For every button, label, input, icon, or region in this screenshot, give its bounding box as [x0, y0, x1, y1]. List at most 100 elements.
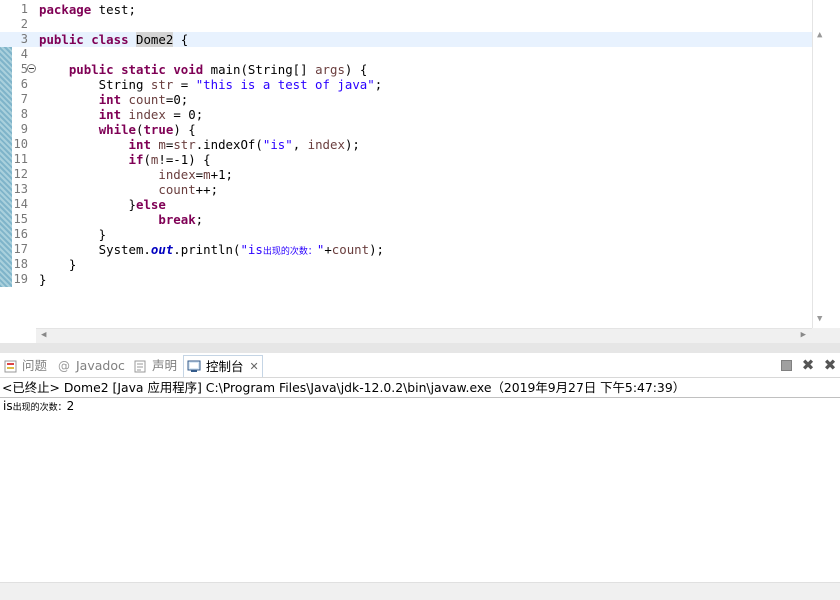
line-number: 16 — [13, 227, 28, 241]
code-line[interactable]: 14 }else — [0, 197, 812, 212]
code-line[interactable]: 1 package test; — [0, 2, 812, 17]
code-token: System. — [39, 242, 151, 257]
editor-horizontal-scrollbar[interactable]: ◀ ▶ — [36, 328, 812, 344]
code-token: m — [158, 137, 166, 152]
code-token: int — [128, 137, 151, 152]
editor-vertical-scrollbar[interactable]: ▲ ▼ — [812, 0, 829, 328]
code-line[interactable]: 18 } — [0, 257, 812, 272]
problems-icon — [3, 359, 17, 373]
code-token: out — [150, 242, 174, 257]
code-token: "this is a test of java" — [195, 77, 375, 92]
remove-launch-button[interactable]: ✖ — [800, 356, 816, 374]
code-text: package test; — [39, 2, 136, 17]
bottom-view-tabbar: 问题 @ Javadoc 声明 控制台 ✕ ✖ ✖ — [0, 353, 840, 378]
code-token: } — [39, 272, 47, 287]
code-line[interactable]: 16 } — [0, 227, 812, 242]
console-output[interactable]: is出现的次数：2 — [3, 399, 74, 413]
code-line[interactable]: 17 System.out.println("is出现的次数："+count); — [0, 242, 812, 257]
code-text: public class Dome2 { — [39, 32, 188, 47]
code-text: int index = 0; — [39, 107, 203, 122]
code-token: void — [173, 62, 204, 77]
code-line[interactable]: 6 String str = "this is a test of java"; — [0, 77, 812, 92]
code-line[interactable]: 19} — [0, 272, 812, 287]
remove-all-icon: ✖ — [823, 356, 837, 374]
code-token: class — [91, 32, 129, 47]
code-line[interactable]: 2 — [0, 17, 812, 32]
code-text: } — [39, 227, 106, 242]
line-number: 3 — [20, 32, 28, 46]
code-text: public static void main(String[] args) { — [39, 62, 367, 77]
remove-x-icon: ✖ — [801, 356, 815, 374]
code-token: m — [203, 167, 211, 182]
code-token: str — [150, 77, 174, 92]
tab-console[interactable]: 控制台 ✕ — [183, 355, 263, 377]
line-number: 6 — [20, 77, 28, 91]
code-text: } — [39, 257, 76, 272]
close-icon[interactable]: ✕ — [250, 357, 259, 377]
code-line[interactable]: 11 if(m!=-1) { — [0, 152, 812, 167]
code-token: ) { — [173, 122, 196, 137]
code-text: index=m+1; — [39, 167, 233, 182]
line-number: 11 — [13, 152, 28, 166]
code-token: ; — [374, 77, 383, 92]
fold-collapse-icon[interactable] — [27, 64, 36, 73]
code-token: = 0; — [165, 107, 204, 122]
console-horizontal-scrollbar[interactable] — [0, 582, 840, 600]
code-text: if(m!=-1) { — [39, 152, 211, 167]
view-separator[interactable] — [0, 343, 840, 353]
code-token: test; — [91, 2, 136, 17]
code-token: } — [39, 227, 107, 242]
code-editor[interactable]: 1 package test; 2 3 public class Dome2 { 4 5 p… — [0, 0, 840, 344]
scroll-up-arrow-icon[interactable]: ▲ — [817, 30, 822, 40]
tab-javadoc[interactable]: @ Javadoc — [57, 356, 125, 376]
code-line[interactable]: 13 count++; — [0, 182, 812, 197]
tab-problems[interactable]: 问题 — [3, 356, 47, 376]
code-line[interactable]: 3 public class Dome2 { — [0, 32, 812, 47]
scrollbar-corner — [812, 328, 840, 343]
code-token: ) { — [344, 62, 368, 77]
tab-javadoc-label: Javadoc — [76, 358, 125, 373]
code-token: 出现的次数： — [262, 247, 317, 257]
line-number: 4 — [20, 47, 28, 61]
scroll-right-arrow-icon[interactable]: ▶ — [801, 330, 806, 340]
code-text: count++; — [39, 182, 218, 197]
code-token: else — [135, 197, 166, 212]
code-token: args — [315, 62, 345, 77]
code-token: while — [98, 122, 136, 137]
line-number: 1 — [20, 2, 28, 16]
code-line[interactable]: 7 int count=0; — [0, 92, 812, 107]
code-token: count — [158, 182, 196, 197]
code-line[interactable]: 10 int m=str.indexOf("is", index); — [0, 137, 812, 152]
code-token: str — [173, 137, 196, 152]
code-lines[interactable]: 1 package test; 2 3 public class Dome2 { 4 5 p… — [0, 2, 812, 287]
console-process-label: <已终止> Dome2 [Java 应用程序] C:\Program Files… — [0, 378, 840, 398]
code-token: public — [68, 62, 114, 77]
code-line[interactable]: 4 — [0, 47, 812, 62]
code-token: ( — [143, 152, 151, 167]
code-line[interactable]: 8 int index = 0; — [0, 107, 812, 122]
code-text: String str = "this is a test of java"; — [39, 77, 383, 92]
code-token: static — [121, 62, 166, 77]
code-line[interactable]: 12 index=m+1; — [0, 167, 812, 182]
line-number: 7 — [20, 92, 28, 106]
code-token: { — [173, 32, 189, 47]
scroll-down-arrow-icon[interactable]: ▼ — [817, 314, 822, 324]
code-line[interactable]: 5 public static void main(String[] args)… — [0, 62, 812, 77]
scroll-left-arrow-icon[interactable]: ◀ — [41, 330, 46, 340]
remove-all-terminated-button[interactable]: ✖ — [822, 356, 838, 374]
code-line[interactable]: 9 while(true) { — [0, 122, 812, 137]
line-number: 2 — [20, 17, 28, 31]
tab-declaration[interactable]: 声明 — [133, 356, 177, 376]
code-token: } — [39, 197, 136, 212]
terminate-button[interactable] — [778, 357, 794, 373]
code-line[interactable]: 15 break; — [0, 212, 812, 227]
code-text: int m=str.indexOf("is", index); — [39, 137, 360, 152]
code-token: index — [158, 167, 196, 182]
